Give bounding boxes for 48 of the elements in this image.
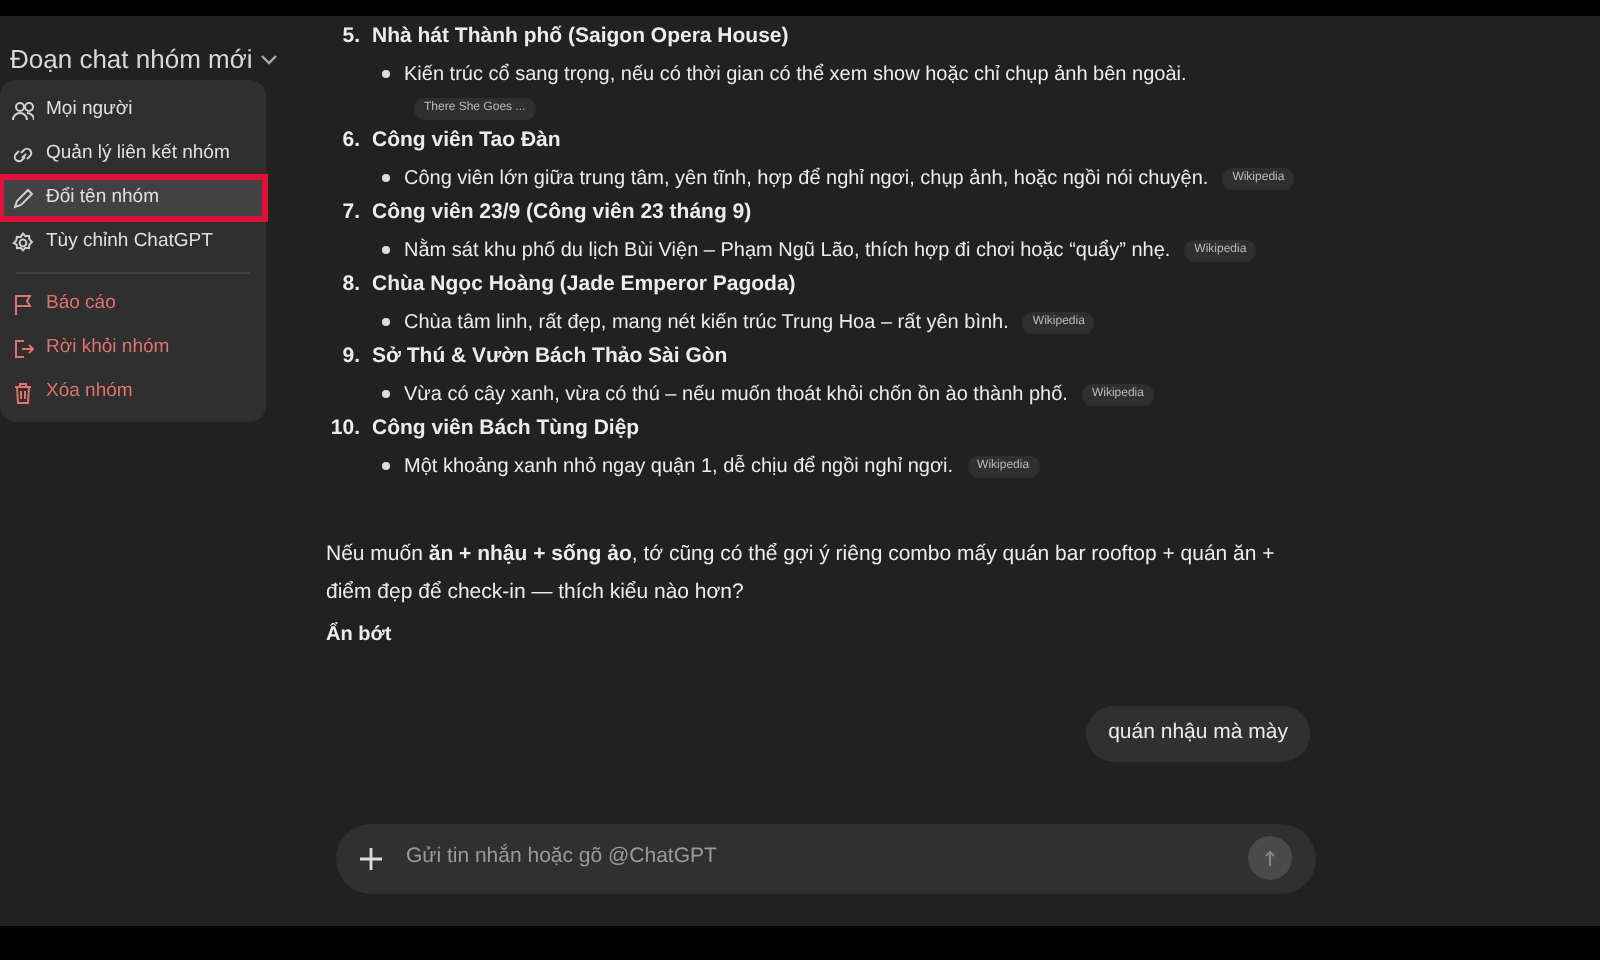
bullet-text: Chùa tâm linh, rất đẹp, mang nét kiến trúc Trung Hoa – rất yên bình. bbox=[404, 309, 1009, 337]
list-number: 6. bbox=[340, 126, 360, 157]
list-number: 10. bbox=[328, 414, 360, 445]
paragraph: Nếu muốn ăn + nhậu + sống ảo, tớ cũng có thể gợi ý riêng combo mấy quán bar rooftop + quán ăn + điểm đẹp để check-in — thích kiểu nào hơn? bbox=[326, 540, 1277, 608]
arrow-up-icon bbox=[1264, 850, 1276, 867]
bullet-icon bbox=[382, 318, 390, 326]
message-input[interactable]: Gửi tin nhắn hoặc gõ @ChatGPT bbox=[406, 842, 1224, 875]
bullet-text: Nằm sát khu phố du lịch Bùi Viện – Phạm Ngũ Lão, thích hợp đi chơi hoặc “quẩy” nhẹ. bbox=[404, 236, 1171, 265]
bullet-text: Vừa có cây xanh, vừa có thú – nếu muốn thoát khỏi chốn ồn ào thành phố. bbox=[404, 381, 1068, 409]
send-button[interactable] bbox=[1248, 836, 1292, 881]
flag-icon bbox=[12, 293, 34, 315]
bullet-text: Công viên lớn giữa trung tâm, yên tĩnh, hợp để nghỉ ngơi, chụp ảnh, hoặc ngồi nói chuyện. bbox=[404, 165, 1209, 193]
trash-icon bbox=[12, 381, 34, 403]
list-number: 8. bbox=[340, 270, 360, 301]
menu-item[interactable]: Xóa nhóm bbox=[0, 370, 266, 414]
bullet-icon bbox=[382, 390, 390, 398]
list-heading: Công viên 23/9 (Công viên 23 tháng 9) bbox=[372, 198, 752, 229]
message-field[interactable]: Gửi tin nhắn hoặc gõ @ChatGPT bbox=[336, 823, 1316, 894]
bullet-text: Một khoảng xanh nhỏ ngay quận 1, dễ chịu để ngồi nghỉ ngơi. bbox=[404, 452, 954, 481]
settings-icon bbox=[12, 231, 34, 253]
list-number: 7. bbox=[340, 198, 360, 229]
plus-icon[interactable] bbox=[360, 847, 382, 870]
user-message: quán nhậu mà mày bbox=[1086, 706, 1310, 762]
list-number: 5. bbox=[340, 22, 360, 53]
bullet-text: Kiến trúc cổ sang trọng, nếu có thời gian có thể xem show hoặc chỉ chụp ảnh bên ngoài. bbox=[404, 61, 1187, 89]
list-heading: Chùa Ngọc Hoàng (Jade Emperor Pagoda) bbox=[372, 270, 796, 301]
list-number: 9. bbox=[340, 342, 360, 373]
pencil-icon bbox=[12, 187, 34, 209]
menu-item[interactable]: Báo cáo bbox=[0, 282, 266, 326]
menu-item[interactable]: Tùy chỉnh ChatGPT bbox=[0, 220, 266, 264]
menu-item[interactable]: Đổi tên nhóm bbox=[0, 176, 266, 220]
list-heading: Sở Thú & Vườn Bách Thảo Sài Gòn bbox=[372, 342, 728, 373]
chevron-down-icon[interactable] bbox=[260, 53, 279, 66]
bullet-icon bbox=[382, 462, 390, 470]
link-icon bbox=[12, 143, 34, 165]
collapse-link[interactable]: Ẩn bớt bbox=[326, 620, 392, 650]
menu-item[interactable]: Mọi người bbox=[0, 88, 266, 132]
menu-item[interactable]: Quản lý liên kết nhóm bbox=[0, 132, 266, 176]
list-heading: Nhà hát Thành phố (Saigon Opera House) bbox=[372, 22, 789, 53]
people-icon bbox=[12, 99, 34, 121]
bullet-icon bbox=[382, 174, 390, 182]
bullet-icon bbox=[382, 246, 390, 254]
chat-title[interactable]: Đoạn chat nhóm mới bbox=[10, 40, 253, 79]
bullet-icon bbox=[382, 70, 390, 78]
menu-item[interactable]: Rời khỏi nhóm bbox=[0, 326, 266, 370]
list-heading: Công viên Tao Đàn bbox=[372, 126, 561, 157]
exit-icon bbox=[12, 337, 34, 359]
list-heading: Công viên Bách Tùng Diệp bbox=[372, 414, 640, 445]
